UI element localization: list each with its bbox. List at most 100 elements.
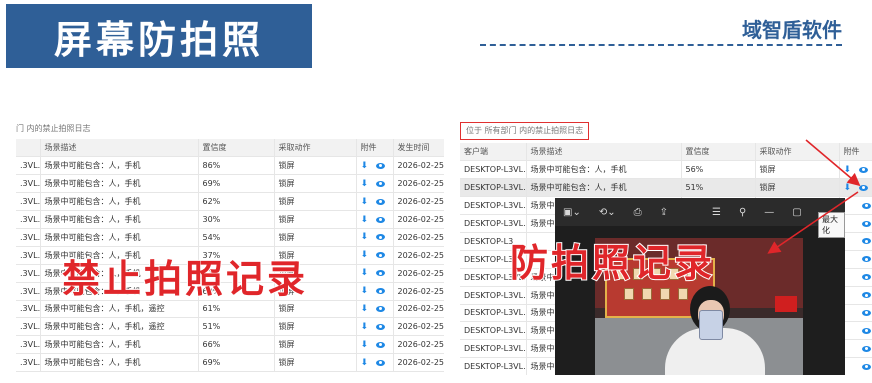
view-icon[interactable] [376, 180, 386, 187]
cell-client: .3VL... [16, 335, 41, 355]
share-icon[interactable]: ⇪ [660, 207, 668, 218]
view-icon[interactable] [861, 292, 871, 299]
overlay-label-forbidden: 禁止拍照记录 [61, 256, 309, 302]
cell-client: .3VL... [16, 174, 41, 194]
maximize-tooltip: 最大化 [818, 212, 845, 238]
column-header[interactable]: 附件 [839, 143, 872, 162]
cell-conf: 51% [681, 178, 756, 198]
view-icon[interactable] [376, 359, 386, 366]
menu-icon[interactable]: ☰ [712, 207, 721, 218]
minimize-icon[interactable]: — [764, 207, 774, 218]
view-icon[interactable] [861, 256, 871, 263]
column-header[interactable] [16, 139, 41, 158]
cell-client: .3VL... [16, 210, 41, 229]
view-icon[interactable] [861, 345, 871, 352]
download-icon[interactable]: ⬇ [361, 304, 369, 314]
pin-icon[interactable]: ⚲ [739, 207, 746, 218]
download-icon[interactable]: ⬇ [361, 268, 369, 278]
view-icon[interactable] [376, 323, 386, 330]
table-row[interactable]: .3VL...场景中可能包含：人，手机69%锁屏 ⬇ 2026-02-25 1 [16, 353, 444, 373]
cell-action: 锁屏 [274, 317, 357, 337]
download-icon[interactable]: ⬇ [361, 232, 369, 242]
column-header[interactable]: 发生时间 [393, 139, 444, 158]
column-header[interactable]: 附件 [356, 139, 394, 158]
download-icon[interactable]: ⬇ [361, 197, 369, 207]
download-icon[interactable]: ⬇ [361, 322, 369, 332]
column-header[interactable]: 置信度 [198, 139, 275, 158]
cell-action: 锁屏 [755, 160, 840, 180]
view-icon[interactable] [859, 184, 869, 191]
column-header[interactable]: 场景描述 [526, 143, 682, 162]
table-row[interactable]: .3VL...场景中可能包含：人，手机69%锁屏 ⬇ 2026-02-25 1 [16, 174, 444, 194]
print-icon[interactable]: ⎙ [634, 207, 642, 218]
table-row[interactable]: .3VL...场景中可能包含：人，手机66%锁屏 ⬇ 2026-02-25 1 [16, 335, 444, 355]
column-header[interactable]: 置信度 [681, 143, 756, 162]
column-header[interactable]: 采取动作 [755, 143, 840, 162]
cell-time: 2026-02-25 1 [393, 210, 444, 229]
cell-conf: 66% [198, 335, 275, 355]
attachment-cell: ⬇ [356, 174, 394, 194]
cell-conf: 69% [198, 174, 275, 194]
table-row[interactable]: .3VL...场景中可能包含：人，手机86%锁屏 ⬇ 2026-02-25 1 [16, 156, 444, 176]
cell-desc: 场景中可能包含：人，手机 [40, 335, 199, 355]
cell-desc: 场景中可能包含：人，手机 [526, 178, 682, 198]
cell-client: DESKTOP-L3VL... [460, 196, 527, 216]
cell-time: 2026-02-25 1 [393, 335, 444, 355]
cell-desc: 场景中可能包含：人，手机 [40, 353, 199, 373]
table-row[interactable]: DESKTOP-L3VL... 场景中可能包含：人，手机 56% 锁屏 ⬇ [460, 160, 872, 180]
download-icon[interactable]: ⬇ [361, 358, 369, 368]
title-banner: 屏幕防拍照 [6, 4, 312, 68]
download-icon[interactable]: ⬇ [844, 183, 852, 193]
attachment-cell: ⬇ [356, 335, 394, 355]
view-icon[interactable] [861, 202, 871, 209]
view-icon[interactable] [376, 162, 386, 169]
download-icon[interactable]: ⬇ [361, 215, 369, 225]
view-icon[interactable] [376, 288, 386, 295]
column-header[interactable]: 采取动作 [274, 139, 357, 158]
cell-client: DESKTOP-L3VL... [460, 357, 527, 375]
view-icon[interactable] [376, 216, 386, 223]
table-row[interactable]: .3VL...场景中可能包含：人，手机，遥控51%锁屏 ⬇ 2026-02-25 1 [16, 317, 444, 337]
view-icon[interactable] [859, 166, 869, 173]
table-row[interactable]: .3VL...场景中可能包含：人，手机62%锁屏 ⬇ 2026-02-25 1 [16, 192, 444, 212]
image-edit-icon[interactable]: ▣⌄ [563, 207, 581, 218]
cell-time: 2026-02-25 1 [393, 317, 444, 337]
view-icon[interactable] [376, 270, 386, 277]
view-icon[interactable] [861, 238, 871, 245]
column-header[interactable]: 场景描述 [40, 139, 199, 158]
cell-client: DESKTOP-L3VL... [460, 178, 527, 198]
download-icon[interactable]: ⬇ [361, 340, 369, 350]
table-row[interactable]: .3VL...场景中可能包含：人，手机30%锁屏 ⬇ 2026-02-25 1 [16, 210, 444, 229]
view-icon[interactable] [376, 305, 386, 312]
table-row[interactable]: .3VL...场景中可能包含：人，手机54%锁屏 ⬇ 2026-02-25 1 [16, 228, 444, 247]
view-icon[interactable] [861, 274, 871, 281]
download-icon[interactable]: ⬇ [844, 165, 852, 175]
column-header[interactable]: 客户端 [460, 143, 527, 162]
download-icon[interactable]: ⬇ [361, 179, 369, 189]
view-icon[interactable] [376, 252, 386, 259]
view-icon[interactable] [861, 363, 871, 370]
download-icon[interactable]: ⬇ [361, 161, 369, 171]
phone-in-hand [699, 310, 723, 340]
attachment-cell: ⬇ [356, 300, 394, 319]
view-icon[interactable] [861, 327, 871, 334]
cell-client: .3VL... [16, 246, 41, 265]
attachment-cell: ⬇ [839, 160, 872, 180]
view-icon[interactable] [376, 234, 386, 241]
table-row[interactable]: DESKTOP-L3VL... 场景中可能包含：人，手机 51% 锁屏 ⬇ [460, 178, 872, 198]
attachment-cell: ⬇ [356, 156, 394, 176]
view-icon[interactable] [376, 198, 386, 205]
page-title: 屏幕防拍照 [53, 17, 264, 62]
cell-conf: 51% [198, 317, 275, 337]
board-portrait [642, 288, 652, 300]
download-icon[interactable]: ⬇ [361, 250, 369, 260]
breadcrumb-highlighted: 位于 所有部门 内的禁止拍照日志 [460, 122, 590, 140]
cell-conf: 86% [198, 156, 275, 176]
rotate-icon[interactable]: ⟲⌄ [599, 207, 616, 218]
view-icon[interactable] [861, 220, 871, 227]
download-icon[interactable]: ⬇ [361, 286, 369, 296]
maximize-icon[interactable]: ▢ [792, 207, 801, 218]
viewer-toolbar: ▣⌄ ⟲⌄ ⎙ ⇪ ☰ ⚲ — ▢ [555, 198, 845, 226]
view-icon[interactable] [376, 341, 386, 348]
view-icon[interactable] [861, 309, 871, 316]
